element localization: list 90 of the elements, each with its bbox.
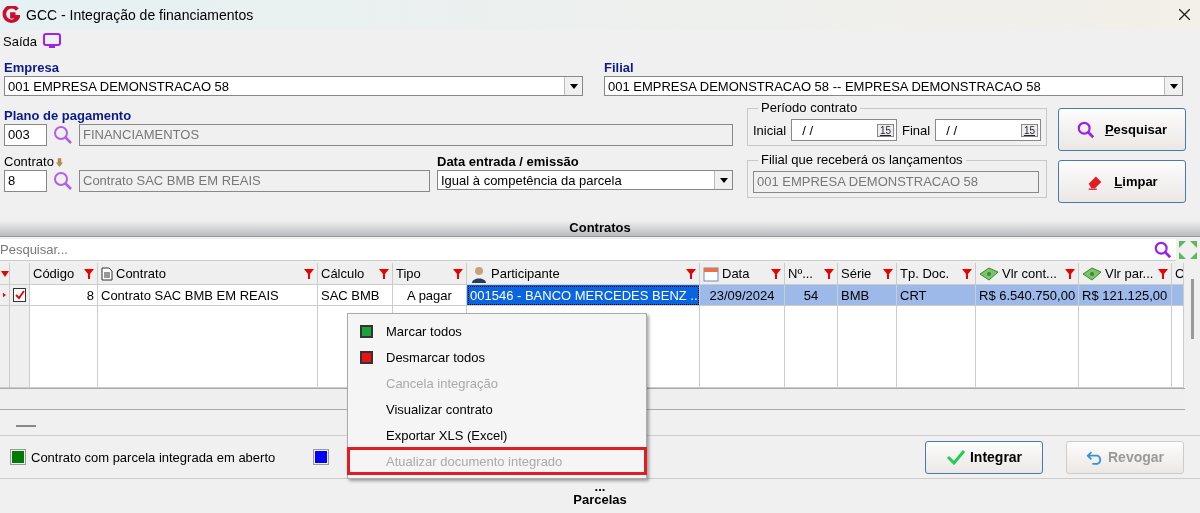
field-label: Filial [604,60,635,76]
clear-button[interactable]: Limpar [1058,160,1186,203]
menu-item[interactable]: Marcar todos [348,318,646,344]
branch-dropdown[interactable]: 001 EMPRESA DEMONSTRACAO 58 -- EMPRESA DEMONSTRACAO 58 [604,76,1183,96]
filter-icon[interactable] [304,268,314,279]
column-header[interactable]: Código [30,263,98,285]
column-header[interactable]: Cálculo [318,263,393,285]
monitor-icon[interactable] [43,33,61,49]
scroll-thumb[interactable] [1191,279,1194,339]
description-field: FINANCIAMENTOS [79,124,733,146]
filter-icon[interactable] [453,268,463,279]
calendar-icon [703,265,719,282]
person-icon [470,264,488,283]
table-cell: Contrato SAC BMB EM REAIS [98,285,318,306]
column-header[interactable]: Tipo [393,263,467,285]
filter-icon[interactable] [379,268,389,279]
start-date-field[interactable]: / / 15 [791,119,898,141]
search-button[interactable]: Pesquisar [1058,108,1186,151]
caret-icon[interactable] [569,83,578,89]
integrate-button[interactable]: Integrar [925,440,1043,474]
exit-menu[interactable]: Saída [3,33,37,49]
menu-item[interactable]: Desmarcar todos [348,344,646,370]
filter-icon[interactable] [1158,268,1168,279]
menu-item[interactable]: Exportar XLS (Excel) [348,422,646,448]
menu-item[interactable]: Visualizar contrato [348,396,646,422]
branch-field: 001 EMPRESA DEMONSTRACAO 58 [753,171,1039,193]
sort-down-icon[interactable] [55,157,63,167]
document-icon [101,266,113,281]
search-icon [1076,120,1095,139]
banknotes-icon [1082,265,1102,282]
table-cell: CRT [897,285,976,306]
filter-icon[interactable] [84,268,94,279]
search-icon[interactable] [53,171,73,191]
column-header[interactable]: Vlr cont... [976,263,1079,285]
column-header[interactable] [0,263,10,285]
table-cell: R$ 6.540.750,00 [976,285,1079,306]
table-cell: R$ 121.125,00 [1079,285,1172,306]
column-header[interactable]: Série [838,263,897,285]
app-logo-icon [2,6,20,24]
company-dropdown[interactable]: 001 EMPRESA DEMONSTRACAO 58 [4,76,583,96]
column-header[interactable]: Nº... [785,263,838,285]
date-rule-dropdown[interactable]: Igual à competência da parcela [437,170,733,190]
column-header[interactable]: Data [700,263,785,285]
field-label: Data entrada / emissão [437,154,580,170]
section-header: Parcelas [573,493,627,507]
search-icon[interactable] [1154,240,1172,259]
table-cell: A pagar [393,285,467,306]
banknotes-icon [979,265,999,282]
undo-icon [1086,449,1104,465]
search-field[interactable]: Pesquisar... [0,239,1176,261]
field-label: Empresa [4,60,60,76]
code-field[interactable]: 8 [4,170,47,192]
table-cell: 23/09/2024 [700,285,785,306]
table-cell [1172,285,1184,306]
code-field[interactable]: 003 [4,124,47,146]
filter-icon[interactable] [0,270,9,277]
field-label: Final [902,122,931,138]
filter-icon[interactable] [824,268,834,279]
collapse-handle[interactable] [16,425,36,427]
table-cell: SAC BMB [318,285,393,306]
column-header[interactable]: Vlr par... [1079,263,1172,285]
column-header[interactable]: Tp. Doc. [897,263,976,285]
end-date-field[interactable]: / / 15 [935,119,1041,141]
column-header[interactable]: Contrato [98,263,318,285]
splitter-handle[interactable]: ... [594,481,606,493]
column-header[interactable]: Participante [467,263,700,285]
expand-icon[interactable] [1178,240,1198,260]
calendar-button[interactable]: 15 [876,123,895,137]
filter-icon[interactable] [883,268,893,279]
caret-icon[interactable] [719,177,728,183]
field-label: Contrato [4,154,54,170]
filter-icon[interactable] [686,268,696,279]
table-cell: 8 [30,285,98,306]
legend-label: Contrato com parcela integrada em aberto [31,449,276,465]
field-label: Plano de pagamento [4,108,133,124]
group-title: Filial que receberá os lançamentos [758,152,966,168]
filter-icon[interactable] [962,268,972,279]
filter-icon[interactable] [1065,268,1075,279]
table-cell: BMB [838,285,897,306]
caret-icon[interactable] [1169,83,1178,89]
table-cell: 54 [785,285,838,306]
window-title: GCC - Integração de financiamentos [26,7,255,23]
filter-icon[interactable] [771,268,781,279]
description-field: Contrato SAC BMB EM REAIS [79,170,430,192]
field-label: Inicial [753,122,787,138]
row-checkbox[interactable] [13,288,26,302]
section-header: Contratos [0,220,1200,237]
search-icon[interactable] [53,125,73,145]
calendar-button[interactable]: 15 [1020,123,1038,137]
checkmark-icon [945,449,966,465]
